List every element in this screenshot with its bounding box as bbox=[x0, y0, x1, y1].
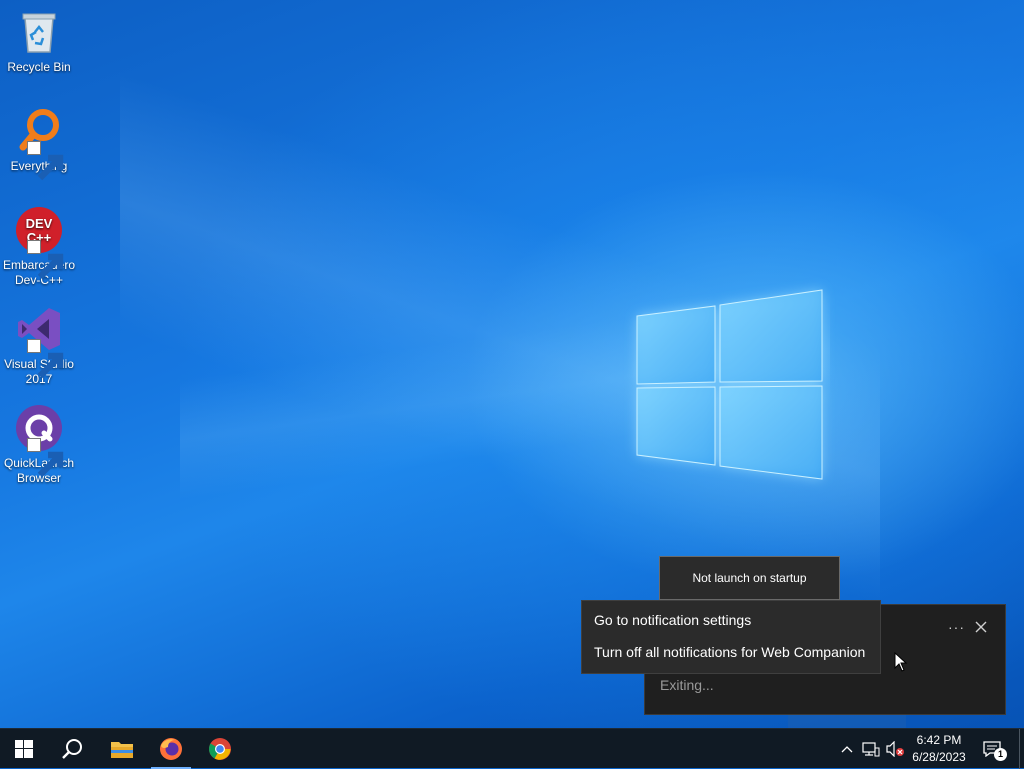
notification-count-badge: 1 bbox=[994, 748, 1007, 761]
taskbar-thumbnail-edge bbox=[788, 715, 906, 728]
show-desktop-button[interactable] bbox=[1019, 729, 1020, 769]
mouse-cursor-icon bbox=[894, 652, 908, 672]
taskbar-firefox[interactable] bbox=[147, 729, 195, 769]
shortcut-arrow-icon bbox=[27, 141, 64, 181]
desktop-icon-label: Recycle Bin bbox=[7, 60, 71, 74]
shortcut-arrow-icon bbox=[27, 240, 64, 280]
network-icon bbox=[862, 742, 880, 757]
search-button[interactable] bbox=[48, 729, 96, 769]
desktop-icon-quicklaunch-browser[interactable]: QuickLaunch Browser bbox=[2, 404, 76, 486]
menu-item-notification-settings[interactable]: Go to notification settings bbox=[594, 612, 751, 628]
toast-status-text: Exiting... bbox=[660, 677, 714, 693]
menu-item-turn-off-notifications[interactable]: Turn off all notifications for Web Compa… bbox=[594, 644, 865, 660]
search-icon bbox=[62, 739, 82, 759]
menu-item-label: Turn off all notifications for Web Compa… bbox=[594, 644, 866, 660]
menu-item-label: Go to notification settings bbox=[594, 612, 752, 628]
notification-context-menu: Go to notification settings Turn off all… bbox=[581, 600, 881, 674]
tooltip-text: Not launch on startup bbox=[692, 571, 807, 585]
shortcut-arrow-icon bbox=[27, 339, 64, 379]
desktop-icon-recycle-bin[interactable]: Recycle Bin bbox=[2, 8, 76, 75]
volume-button[interactable] bbox=[884, 729, 906, 769]
taskbar: 6:42 PM 6/28/2023 bbox=[0, 728, 1024, 769]
desktop-icon-visual-studio[interactable]: Visual Studio 2017 bbox=[2, 305, 76, 387]
taskbar-clock[interactable]: 6:42 PM 6/28/2023 bbox=[906, 732, 972, 766]
taskbar-file-explorer[interactable] bbox=[98, 729, 146, 769]
taskbar-chrome[interactable] bbox=[196, 729, 244, 769]
more-options-button[interactable]: ··· bbox=[948, 619, 965, 635]
file-explorer-icon bbox=[111, 742, 133, 758]
start-icon bbox=[15, 740, 33, 758]
chevron-up-icon bbox=[841, 746, 853, 753]
svg-text:DEV: DEV bbox=[26, 216, 53, 231]
clock-date: 6/28/2023 bbox=[912, 750, 966, 764]
start-button[interactable] bbox=[0, 729, 48, 769]
firefox-icon bbox=[160, 738, 182, 760]
chrome-icon bbox=[209, 738, 231, 760]
startup-tooltip: Not launch on startup bbox=[659, 556, 840, 600]
desktop-icon-dev-cpp[interactable]: DEV C++ Embarcadero Dev-C++ bbox=[2, 206, 76, 288]
volume-muted-icon bbox=[886, 741, 904, 757]
desktop-icon-everything[interactable]: Everything bbox=[2, 107, 76, 181]
recycle-bin-icon bbox=[22, 13, 56, 53]
shortcut-arrow-icon bbox=[27, 438, 64, 478]
close-icon[interactable] bbox=[975, 621, 987, 633]
clock-time: 6:42 PM bbox=[916, 733, 962, 747]
network-button[interactable] bbox=[860, 729, 882, 769]
show-hidden-icons-button[interactable] bbox=[838, 729, 856, 769]
